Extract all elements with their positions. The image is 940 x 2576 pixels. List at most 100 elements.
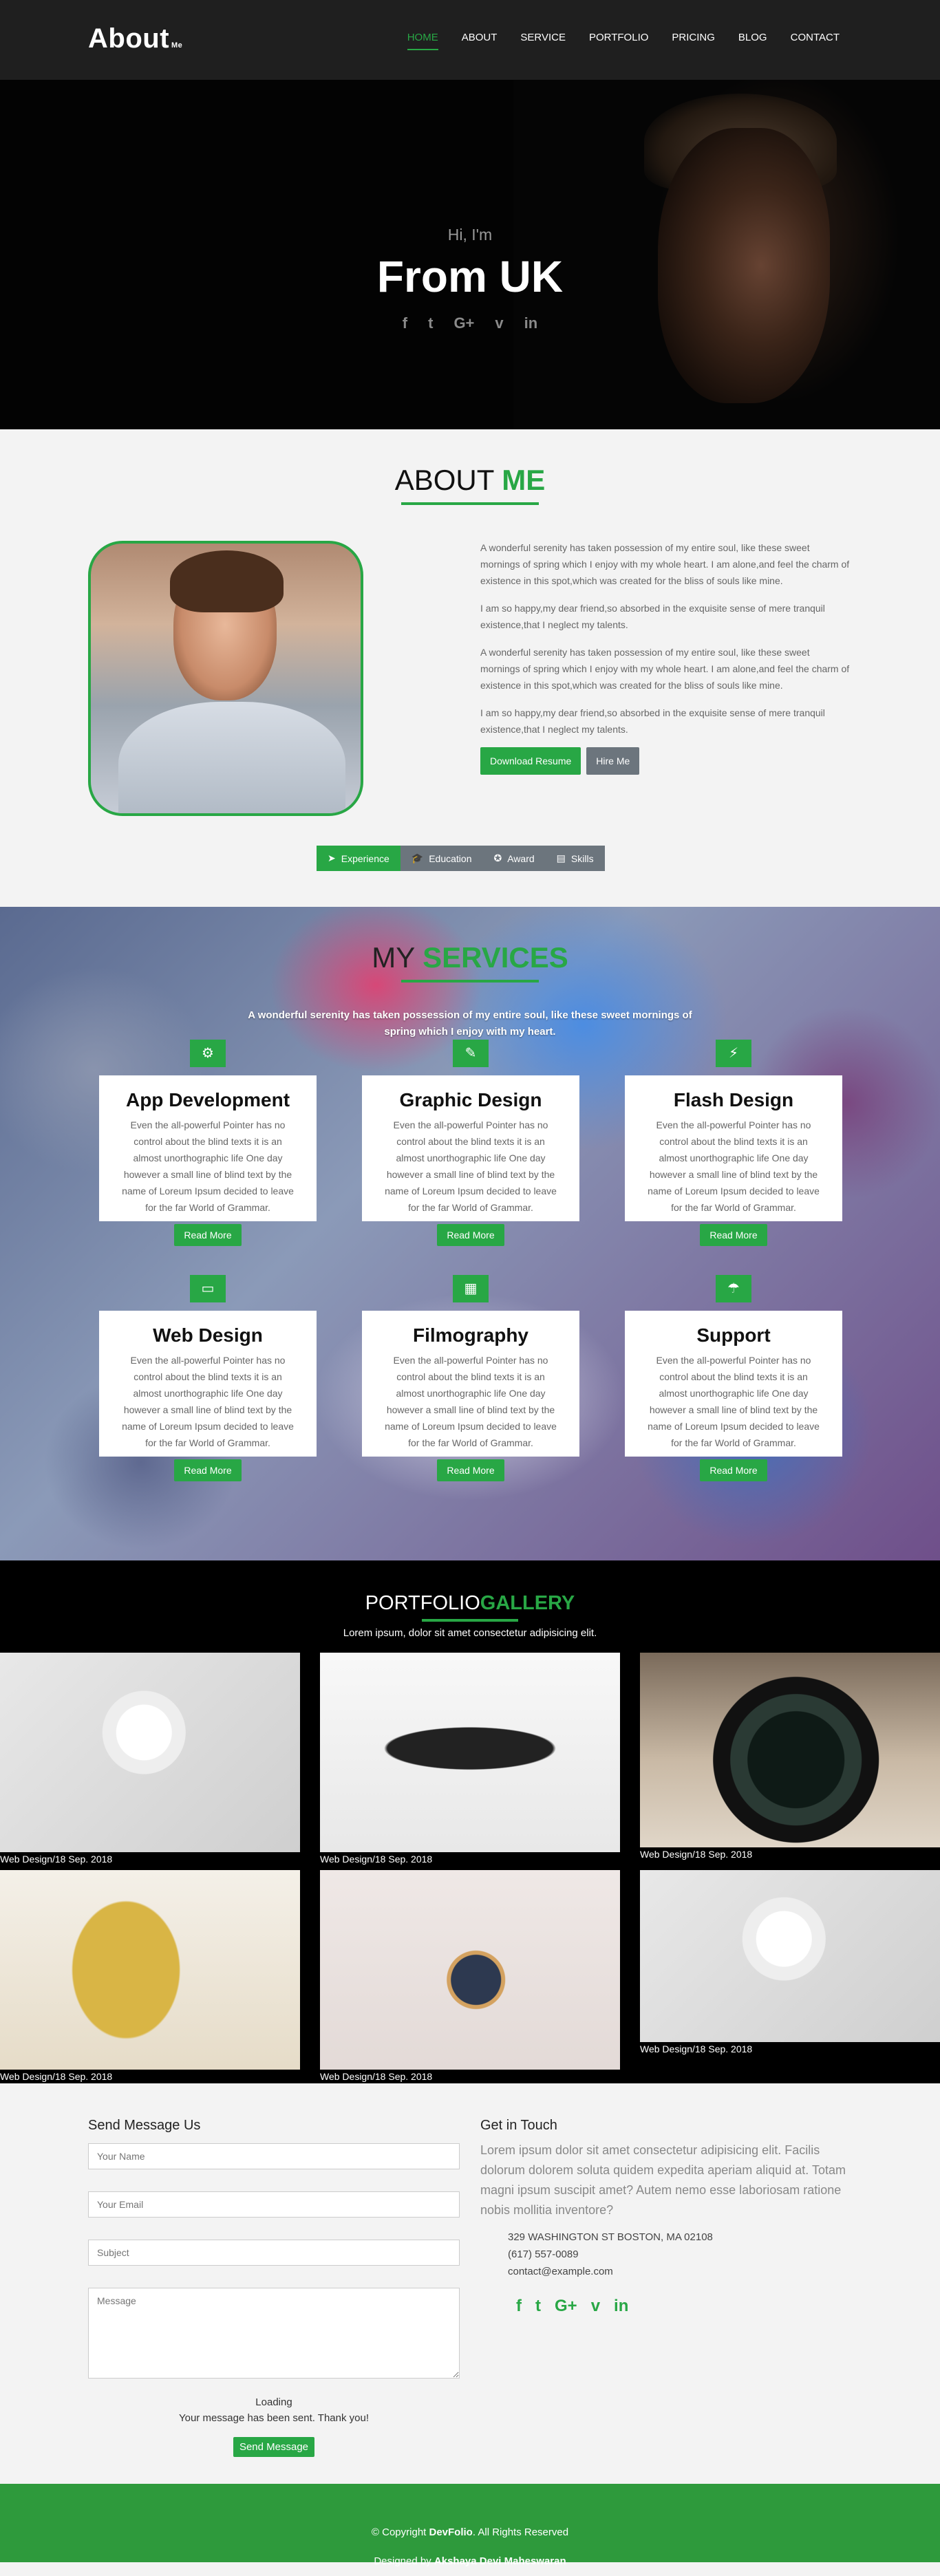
service-card-web-design: ▭ Web Design Even the all-powerful Point… [99, 1275, 317, 1481]
portfolio-item[interactable]: Web Design/18 Sep. 2018 [640, 1870, 940, 2054]
facebook-icon[interactable]: f [403, 314, 407, 332]
designed-by: Designed by Akshaya Devi Maheswaran [374, 2555, 566, 2567]
linkedin-icon[interactable]: in [614, 2297, 628, 2316]
portfolio-item[interactable]: Web Design/18 Sep. 2018 [0, 1653, 300, 1865]
contact-info: Get in Touch Lorem ipsum dolor sit amet … [480, 2118, 859, 2316]
portfolio-image [640, 1653, 940, 1847]
monitor-icon: ▭ [190, 1275, 226, 1302]
read-more-button[interactable]: Read More [700, 1459, 767, 1481]
nav-service[interactable]: SERVICE [520, 32, 566, 50]
vimeo-icon[interactable]: v [495, 314, 503, 332]
loading-text: Loading [255, 2396, 292, 2408]
read-more-button[interactable]: Read More [437, 1459, 504, 1481]
twitter-icon[interactable]: t [428, 314, 433, 332]
portfolio-caption: Web Design/18 Sep. 2018 [320, 1854, 433, 1865]
portfolio-item[interactable]: Web Design/18 Sep. 2018 [320, 1653, 620, 1865]
service-title: Filmography [412, 1324, 528, 1346]
email-text: contact@example.com [508, 2266, 613, 2277]
service-text: Even the all-powerful Pointer has no con… [648, 1355, 820, 1448]
portfolio-image [640, 1870, 940, 2042]
twitter-icon[interactable]: t [535, 2297, 541, 2316]
about-section: ABOUT ME A wonderful serenity has taken … [0, 429, 940, 907]
tab-award[interactable]: ✪ Award [482, 846, 546, 871]
facebook-icon[interactable]: f [516, 2297, 522, 2316]
linkedin-icon[interactable]: in [524, 314, 538, 332]
service-title: Support [696, 1324, 771, 1346]
gear-icon: ⚙ [190, 1040, 226, 1067]
paper-plane-icon: ➤ [328, 852, 336, 863]
medal-icon: ✪ [493, 852, 502, 863]
service-card-graphic-design: ✎ Graphic Design Even the all-powerful P… [362, 1040, 579, 1246]
about-paragraph: I am so happy,my dear friend,so absorbed… [480, 707, 825, 735]
service-text: Even the all-powerful Pointer has no con… [385, 1355, 557, 1448]
site-logo[interactable]: About Me [88, 23, 182, 54]
google-plus-icon[interactable]: G+ [453, 314, 474, 332]
portfolio-caption: Web Design/18 Sep. 2018 [0, 2071, 113, 2082]
portfolio-caption: Web Design/18 Sep. 2018 [640, 1849, 753, 1860]
portfolio-image [0, 1870, 300, 2070]
services-subtitle: A wonderful serenity has taken possessio… [248, 1009, 692, 1038]
name-field[interactable] [88, 2143, 460, 2169]
read-more-button[interactable]: Read More [437, 1224, 504, 1246]
hire-me-button[interactable]: Hire Me [586, 747, 640, 775]
service-text: Even the all-powerful Pointer has no con… [385, 1119, 557, 1213]
service-card-flash-design: ⚡ Flash Design Even the all-powerful Poi… [625, 1040, 842, 1246]
nav-links: HOME ABOUT SERVICE PORTFOLIO PRICING BLO… [384, 32, 840, 50]
hero-social: f t G+ v in [0, 314, 940, 332]
sent-message: Your message has been sent. Thank you! [178, 2412, 370, 2424]
brush-icon: ✎ [453, 1040, 489, 1067]
footer: © Copyright DevFolio. All Rights Reserve… [0, 2484, 940, 2567]
profile-photo [88, 541, 363, 816]
vimeo-icon[interactable]: v [591, 2297, 600, 2316]
service-title: Flash Design [673, 1089, 794, 1110]
address-text: 329 WASHINGTON ST BOSTON, MA 02108 [508, 2231, 713, 2243]
portfolio-item[interactable]: Web Design/18 Sep. 2018 [0, 1870, 300, 2082]
message-field[interactable] [88, 2288, 460, 2379]
read-more-button[interactable]: Read More [174, 1459, 242, 1481]
about-text: A wonderful serenity has taken possessio… [480, 539, 852, 775]
read-more-button[interactable]: Read More [174, 1224, 242, 1246]
nav-pricing[interactable]: PRICING [672, 32, 715, 50]
title-underline [401, 980, 539, 983]
nav-portfolio[interactable]: PORTFOLIO [589, 32, 648, 50]
google-plus-icon[interactable]: G+ [555, 2297, 577, 2316]
service-text: Even the all-powerful Pointer has no con… [122, 1355, 294, 1448]
download-resume-button[interactable]: Download Resume [480, 747, 581, 775]
tab-experience[interactable]: ➤ Experience [317, 846, 400, 871]
email-field[interactable] [88, 2191, 460, 2218]
nav-about[interactable]: ABOUT [462, 32, 498, 50]
copyright: © Copyright DevFolio. All Rights Reserve… [371, 2526, 569, 2538]
subject-field[interactable] [88, 2240, 460, 2266]
portfolio-item[interactable]: Web Design/18 Sep. 2018 [640, 1653, 940, 1860]
about-paragraph: A wonderful serenity has taken possessio… [480, 647, 850, 691]
portfolio-title: PORTFOLIOGALLERY [365, 1592, 575, 1614]
service-title: Web Design [153, 1324, 263, 1346]
hero-title: From UK [376, 252, 564, 301]
read-more-button[interactable]: Read More [700, 1224, 767, 1246]
info-title: Get in Touch [480, 2118, 557, 2133]
portfolio-image [320, 1870, 620, 2070]
contact-form: Send Message Us Loading Your message has… [88, 2118, 460, 2457]
service-card-support: ☂ Support Even the all-powerful Pointer … [625, 1275, 842, 1481]
portfolio-image [320, 1653, 620, 1852]
nav-contact[interactable]: CONTACT [791, 32, 840, 50]
umbrella-icon: ☂ [716, 1275, 751, 1302]
about-tabs: ➤ Experience 🎓 Education ✪ Award ▤ Skills [317, 846, 605, 871]
navbar: About Me HOME ABOUT SERVICE PORTFOLIO PRI… [0, 0, 940, 80]
portfolio-subtitle: Lorem ipsum, dolor sit amet consectetur … [343, 1627, 597, 1639]
service-text: Even the all-powerful Pointer has no con… [122, 1119, 294, 1213]
form-status: Loading Your message has been sent. Than… [88, 2394, 460, 2426]
portfolio-item[interactable]: Web Design/18 Sep. 2018 [320, 1870, 620, 2082]
service-card-app-development: ⚙ App Development Even the all-powerful … [99, 1040, 317, 1246]
title-underline [401, 502, 539, 505]
tab-skills[interactable]: ▤ Skills [545, 846, 605, 871]
about-paragraph: A wonderful serenity has taken possessio… [480, 542, 850, 586]
nav-home[interactable]: HOME [407, 32, 438, 50]
hero-section: Hi, I'm From UK f t G+ v in [0, 80, 940, 429]
nav-blog[interactable]: BLOG [738, 32, 767, 50]
send-message-button[interactable]: Send Message [233, 2437, 314, 2457]
tab-education[interactable]: 🎓 Education [400, 846, 483, 871]
service-card-filmography: ▦ Filmography Even the all-powerful Poin… [362, 1275, 579, 1481]
about-title: ABOUT ME [394, 464, 546, 496]
graduation-cap-icon: 🎓 [411, 852, 424, 863]
